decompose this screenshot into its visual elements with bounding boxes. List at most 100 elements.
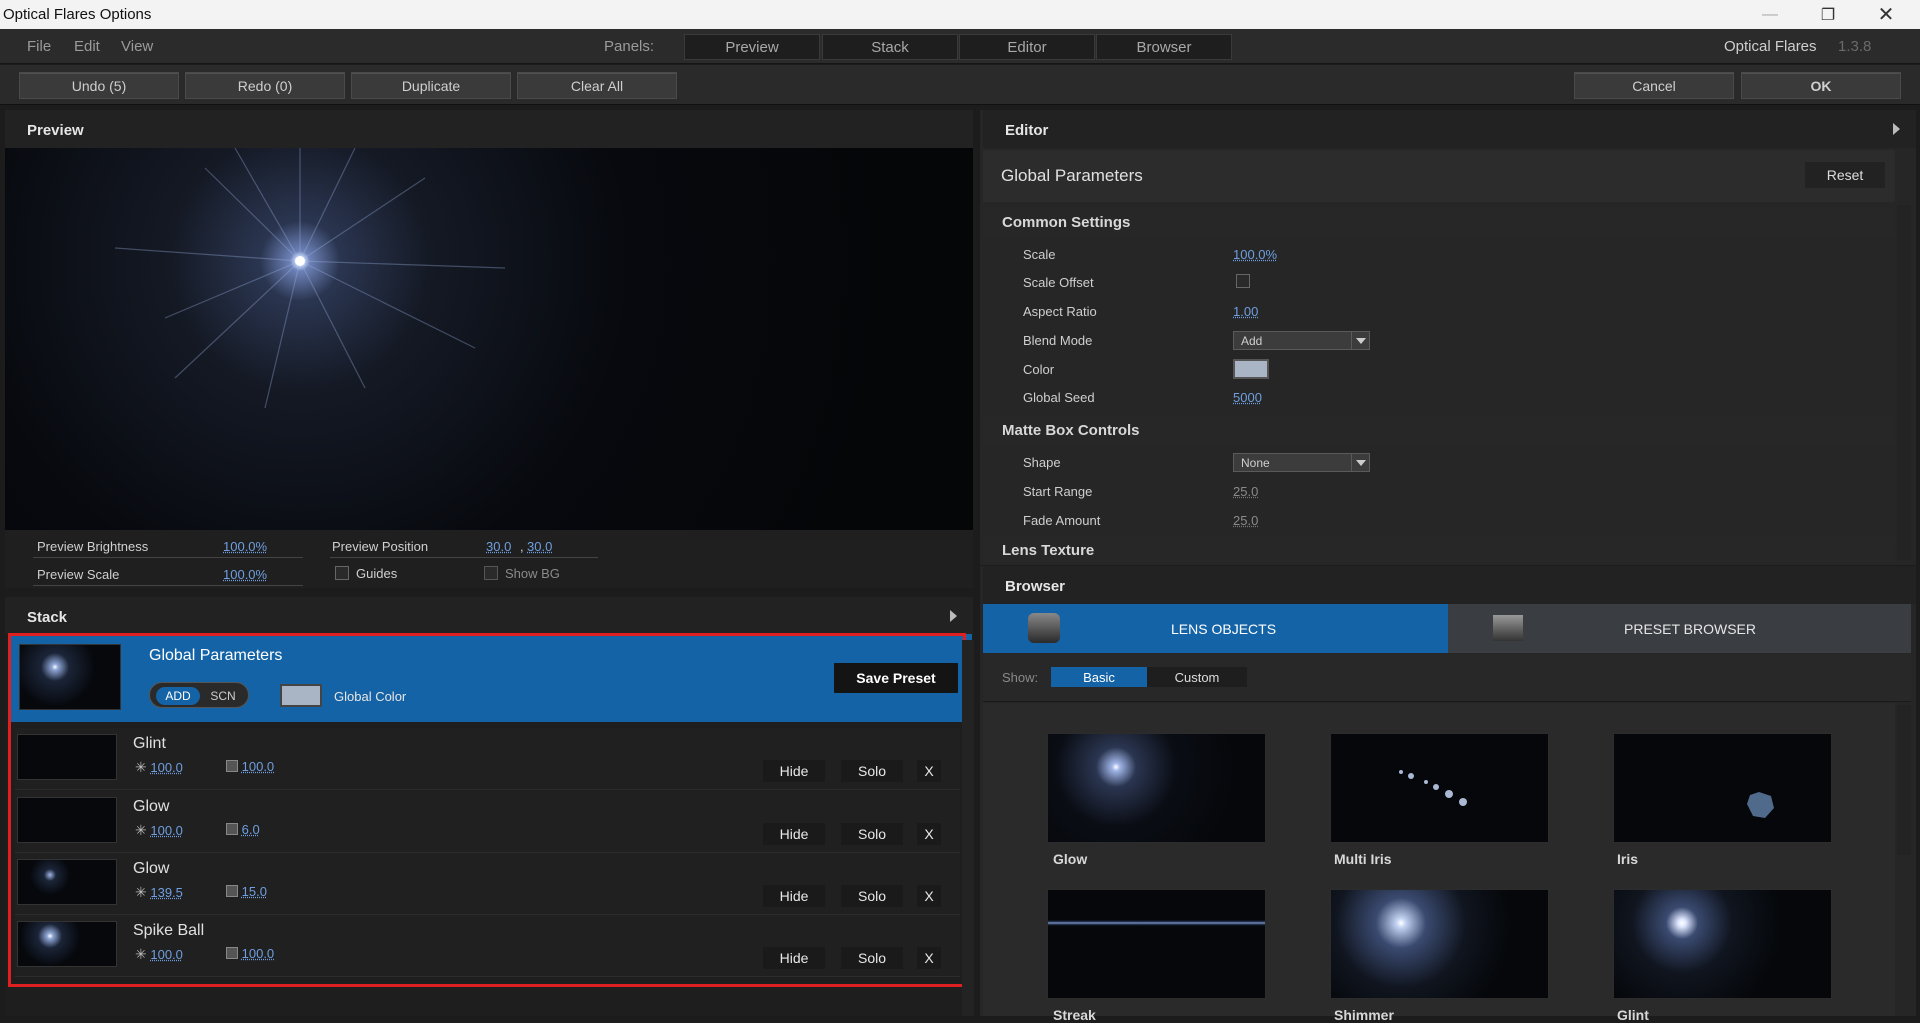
- layer-scale[interactable]: 15.0: [242, 884, 267, 899]
- fade-amount-value[interactable]: 25.0: [1233, 513, 1258, 528]
- redo-button[interactable]: Redo (0): [185, 72, 345, 99]
- tile-streak[interactable]: [1047, 889, 1266, 999]
- layer-scale[interactable]: 6.0: [242, 822, 260, 837]
- hide-button[interactable]: Hide: [763, 760, 825, 782]
- tile-multi-iris[interactable]: [1330, 733, 1549, 843]
- scale-group: 100.0: [226, 759, 274, 774]
- layer-brightness[interactable]: 100.0: [150, 947, 183, 962]
- blend-mode-value: Add: [1241, 334, 1263, 348]
- scale-icon: [226, 885, 238, 897]
- solo-button[interactable]: Solo: [841, 885, 903, 907]
- editor-title: Editor: [1005, 122, 1049, 139]
- stack-title: Stack: [27, 609, 68, 626]
- remove-layer-button[interactable]: X: [917, 760, 941, 782]
- show-label: Show:: [1002, 670, 1039, 685]
- aspect-ratio-value[interactable]: 1.00: [1233, 304, 1258, 319]
- save-preset-button[interactable]: Save Preset: [834, 663, 958, 693]
- matte-box-header[interactable]: Matte Box Controls: [983, 416, 1895, 444]
- remove-layer-button[interactable]: X: [917, 885, 941, 907]
- global-color-swatch[interactable]: [280, 684, 322, 707]
- collapse-arrow-icon[interactable]: [1893, 123, 1900, 135]
- cancel-button[interactable]: Cancel: [1574, 72, 1734, 99]
- stack-row-glow-2[interactable]: Glow ✳ 139.5 15.0 Hide Solo X: [15, 853, 960, 915]
- stack-row-glint[interactable]: Glint ✳ 100.0 100.0 Hide Solo X: [15, 728, 960, 790]
- preview-brightness-value[interactable]: 100.0%: [223, 539, 267, 554]
- preview-position-separator: ,: [520, 539, 524, 554]
- tile-shimmer[interactable]: [1330, 889, 1549, 999]
- color-swatch[interactable]: [1233, 359, 1269, 379]
- panel-toggle-editor[interactable]: Editor: [959, 34, 1095, 60]
- blend-mode-select[interactable]: Add: [1233, 331, 1370, 350]
- preview-scale-value[interactable]: 100.0%: [223, 567, 267, 582]
- scale-group: 100.0: [226, 946, 274, 961]
- layer-name: Glow: [133, 798, 170, 815]
- tile-glow[interactable]: [1047, 733, 1266, 843]
- panel-toggle-preview[interactable]: Preview: [684, 34, 820, 60]
- tab-lens-objects[interactable]: LENS OBJECTS: [983, 604, 1448, 653]
- layer-scale[interactable]: 100.0: [242, 946, 275, 961]
- global-seed-value[interactable]: 5000: [1233, 390, 1262, 405]
- remove-layer-button[interactable]: X: [917, 823, 941, 845]
- close-icon[interactable]: ✕: [1857, 0, 1915, 29]
- divider: [33, 557, 303, 558]
- guides-checkbox[interactable]: [335, 566, 349, 580]
- filter-custom-button[interactable]: Custom: [1147, 667, 1247, 687]
- undo-button[interactable]: Undo (5): [19, 72, 179, 99]
- reset-button[interactable]: Reset: [1805, 162, 1885, 188]
- tab-preset-browser[interactable]: PRESET BROWSER: [1448, 604, 1911, 653]
- stack-panel-header: Stack: [5, 597, 973, 635]
- layer-thumbnail: [17, 859, 117, 905]
- duplicate-button[interactable]: Duplicate: [351, 72, 511, 99]
- panel-toggle-browser[interactable]: Browser: [1096, 34, 1232, 60]
- solo-button[interactable]: Solo: [841, 823, 903, 845]
- tile-glint-label: Glint: [1617, 1007, 1649, 1023]
- layer-brightness[interactable]: 139.5: [150, 885, 183, 900]
- minimize-icon[interactable]: —: [1741, 0, 1799, 29]
- ok-button[interactable]: OK: [1741, 72, 1901, 99]
- stack-row-glow[interactable]: Glow ✳ 100.0 6.0 Hide Solo X: [15, 791, 960, 853]
- tile-iris[interactable]: [1613, 733, 1832, 843]
- solo-button[interactable]: Solo: [841, 760, 903, 782]
- remove-layer-button[interactable]: X: [917, 947, 941, 969]
- preview-brightness-label: Preview Brightness: [37, 539, 149, 554]
- editor-scrollbar[interactable]: [1897, 205, 1911, 560]
- panel-toggle-stack[interactable]: Stack: [822, 34, 958, 60]
- stack-global-row[interactable]: Global Parameters ADD SCN Global Color S…: [9, 634, 972, 722]
- collapse-arrow-icon[interactable]: [950, 610, 957, 622]
- shape-select[interactable]: None: [1233, 453, 1370, 472]
- menu-view[interactable]: View: [121, 38, 153, 55]
- add-mode-button[interactable]: ADD: [156, 687, 200, 705]
- preview-position-x[interactable]: 30.0: [486, 539, 511, 554]
- preview-position-y[interactable]: 30.0: [527, 539, 552, 554]
- common-settings-header[interactable]: Common Settings: [983, 208, 1895, 236]
- solo-button[interactable]: Solo: [841, 947, 903, 969]
- menu-file[interactable]: File: [27, 38, 51, 55]
- layer-brightness[interactable]: 100.0: [150, 760, 183, 775]
- lens-texture-header[interactable]: Lens Texture: [983, 537, 1895, 561]
- scale-offset-checkbox[interactable]: [1236, 274, 1250, 288]
- clear-all-button[interactable]: Clear All: [517, 72, 677, 99]
- menu-edit[interactable]: Edit: [74, 38, 100, 55]
- restore-icon[interactable]: ❐: [1799, 0, 1857, 29]
- window-title: Optical Flares Options: [3, 6, 152, 23]
- layer-scale[interactable]: 100.0: [242, 759, 275, 774]
- scale-value[interactable]: 100.0%: [1233, 247, 1277, 262]
- filter-basic-button[interactable]: Basic: [1051, 667, 1147, 687]
- show-bg-checkbox[interactable]: [484, 566, 498, 580]
- tile-glint[interactable]: [1613, 889, 1832, 999]
- stack-scrollbar[interactable]: [962, 640, 974, 1016]
- hide-button[interactable]: Hide: [763, 823, 825, 845]
- browser-scrollbar[interactable]: [1897, 705, 1911, 855]
- hide-button[interactable]: Hide: [763, 885, 825, 907]
- layer-brightness[interactable]: 100.0: [150, 823, 183, 838]
- start-range-value[interactable]: 25.0: [1233, 484, 1258, 499]
- menu-bar: File Edit View Panels: Preview Stack Edi…: [0, 29, 1920, 64]
- tile-shimmer-label: Shimmer: [1334, 1007, 1394, 1023]
- hide-button[interactable]: Hide: [763, 947, 825, 969]
- layer-thumbnail: [17, 797, 117, 843]
- editor-section-title: Global Parameters: [1001, 166, 1143, 185]
- stack-list: Global Parameters ADD SCN Global Color S…: [5, 633, 973, 1016]
- preview-viewport[interactable]: [5, 148, 973, 530]
- stack-row-spike-ball[interactable]: Spike Ball ✳ 100.0 100.0 Hide Solo X: [15, 915, 960, 977]
- scn-mode-button[interactable]: SCN: [202, 687, 244, 705]
